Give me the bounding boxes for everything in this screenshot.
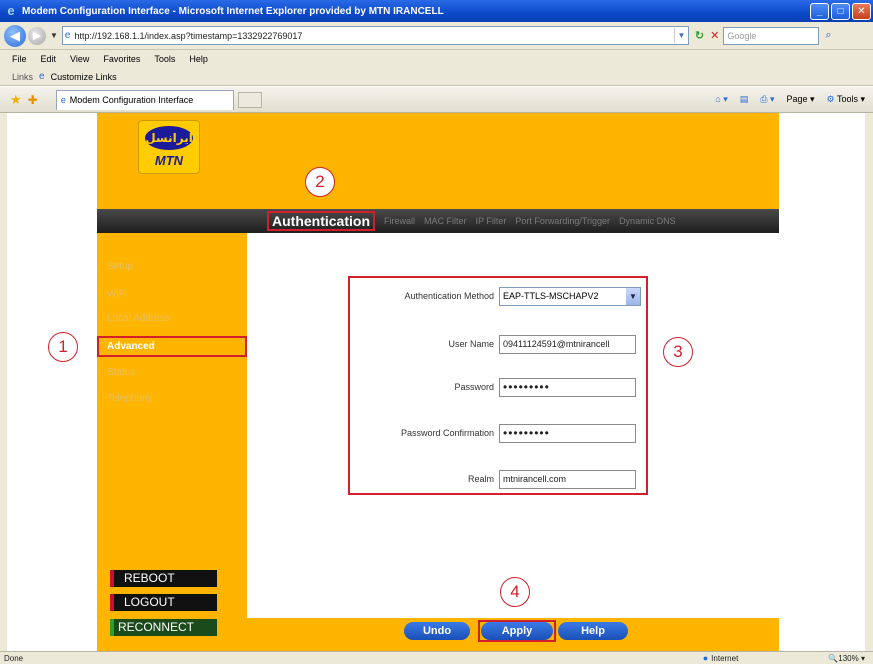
auth-method-select[interactable]: EAP-TTLS-MSCHAPV2 ▼ xyxy=(499,287,641,306)
password-confirm-field[interactable]: ••••••••• xyxy=(499,424,636,443)
maximize-button[interactable]: □ xyxy=(831,2,850,20)
address-toolbar: ◀ ▶ ▼ e http://192.168.1.1/index.asp?tim… xyxy=(0,22,873,50)
tab-firewall[interactable]: Firewall xyxy=(384,216,415,226)
logout-button[interactable]: LOGOUT xyxy=(110,594,217,611)
address-field[interactable]: e http://192.168.1.1/index.asp?timestamp… xyxy=(61,26,689,45)
sidebar: Setup WiFi Local Address Advanced Status… xyxy=(97,233,247,651)
security-zone: ● Internet xyxy=(703,653,739,663)
feeds-icon[interactable]: ▤ xyxy=(740,94,749,105)
stop-icon[interactable]: ✕ xyxy=(710,29,719,42)
tab-modem-config[interactable]: e Modem Configuration Interface xyxy=(55,89,234,110)
password-confirm-row: Password Confirmation ••••••••• xyxy=(350,424,646,444)
callout-2: 2 xyxy=(305,167,335,197)
sidebar-item-telephony[interactable]: Telephony xyxy=(107,393,153,404)
zoom-level[interactable]: 🔍130% ▾ xyxy=(828,654,865,663)
tools-menu-button[interactable]: ⚙ Tools ▾ xyxy=(827,94,865,105)
reconnect-button[interactable]: RECONNECT xyxy=(110,619,217,636)
zoom-value: 130% xyxy=(838,653,859,663)
top-nav: Authentication Firewall MAC Filter IP Fi… xyxy=(97,209,779,233)
minimize-button[interactable]: _ xyxy=(810,2,829,20)
window-title-bar: e Modem Configuration Interface - Micros… xyxy=(0,0,873,22)
password-field[interactable]: ••••••••• xyxy=(499,378,636,397)
new-tab-button[interactable] xyxy=(237,91,262,108)
favorites-star-icon[interactable]: ★ xyxy=(10,92,22,108)
tab-authentication[interactable]: Authentication xyxy=(267,211,375,231)
apply-button[interactable]: Apply xyxy=(481,622,553,640)
sidebar-item-setup[interactable]: Setup xyxy=(107,261,133,272)
undo-button[interactable]: Undo xyxy=(404,622,470,640)
search-input[interactable]: Google xyxy=(723,26,820,45)
customize-links-link[interactable]: Customize Links xyxy=(51,72,117,82)
authentication-form: Authentication Method EAP-TTLS-MSCHAPV2 … xyxy=(348,276,648,495)
password-label: Password xyxy=(454,382,494,392)
sidebar-item-local-address[interactable]: Local Address xyxy=(107,313,170,324)
sidebar-item-status[interactable]: Status xyxy=(107,367,135,378)
menu-item-edit[interactable]: Edit xyxy=(41,54,57,64)
tab-page-icon: e xyxy=(60,95,66,105)
auth-method-label: Authentication Method xyxy=(404,291,494,301)
realm-row: Realm mtnirancell.com xyxy=(350,470,646,490)
refresh-icon[interactable]: ↻ xyxy=(695,29,704,42)
menu-bar: File Edit View Favorites Tools Help xyxy=(0,50,873,68)
callout-1: 1 xyxy=(48,332,78,362)
status-text: Done xyxy=(4,653,24,663)
password-row: Password ••••••••• xyxy=(350,378,646,398)
mtn-irancell-logo: ایرانسل MTN xyxy=(138,120,200,174)
logo-brand-text: MTN xyxy=(154,153,184,168)
tab-label: Modem Configuration Interface xyxy=(69,95,194,105)
menu-item-favorites[interactable]: Favorites xyxy=(103,54,140,64)
page-menu-label: Page xyxy=(786,94,808,104)
command-bar: ⌂ ▾ ▤ ⎙ ▾ Page ▾ ⚙ Tools ▾ xyxy=(715,94,865,105)
logo-farsi-text: ایرانسل xyxy=(145,126,193,150)
tab-mac-filter[interactable]: MAC Filter xyxy=(424,216,467,226)
page-menu-button[interactable]: Page ▾ xyxy=(786,94,814,105)
address-url[interactable]: http://192.168.1.1/index.asp?timestamp=1… xyxy=(74,31,673,41)
password-confirm-label: Password Confirmation xyxy=(400,428,494,438)
ie-logo-icon: e xyxy=(7,3,15,18)
tab-port-forwarding[interactable]: Port Forwarding/Trigger xyxy=(515,216,610,226)
tab-ip-filter[interactable]: IP Filter xyxy=(476,216,507,226)
chevron-down-icon[interactable]: ▼ xyxy=(626,288,640,305)
username-row: User Name 09411124591@mtnirancell xyxy=(350,335,646,355)
history-dropdown-icon[interactable]: ▼ xyxy=(50,31,58,40)
auth-method-row: Authentication Method EAP-TTLS-MSCHAPV2 … xyxy=(350,287,646,307)
sidebar-item-wifi[interactable]: WiFi xyxy=(107,289,127,300)
username-field[interactable]: 09411124591@mtnirancell xyxy=(499,335,636,354)
help-button[interactable]: Help xyxy=(558,622,628,640)
links-bar: Links e Customize Links xyxy=(0,68,873,86)
menu-item-help[interactable]: Help xyxy=(189,54,208,64)
window-title: Modem Configuration Interface - Microsof… xyxy=(22,5,444,17)
home-icon[interactable]: ⌂ ▾ xyxy=(715,94,727,105)
tab-bar: ★ ✚ e Modem Configuration Interface ⌂ ▾ … xyxy=(0,87,873,113)
tab-dynamic-dns[interactable]: Dynamic DNS xyxy=(619,216,676,226)
back-button[interactable]: ◀ xyxy=(4,24,26,47)
tools-menu-label: Tools xyxy=(836,94,858,104)
add-favorites-icon[interactable]: ✚ xyxy=(28,93,38,107)
reboot-button[interactable]: REBOOT xyxy=(110,570,217,587)
window-controls: _ □ ✕ xyxy=(810,2,871,20)
callout-3: 3 xyxy=(663,337,693,367)
auth-method-value: EAP-TTLS-MSCHAPV2 xyxy=(503,291,599,301)
username-label: User Name xyxy=(448,339,494,349)
gear-icon: ⚙ xyxy=(826,94,835,104)
forward-button[interactable]: ▶ xyxy=(28,26,46,45)
zone-label: Internet xyxy=(711,653,739,663)
close-button[interactable]: ✕ xyxy=(852,2,871,20)
address-tools: ↻ ✕ xyxy=(695,29,719,42)
chevron-down-icon[interactable]: ▼ xyxy=(673,28,688,43)
links-label: Links xyxy=(12,71,34,82)
sidebar-item-advanced[interactable]: Advanced xyxy=(97,336,247,357)
menu-item-view[interactable]: View xyxy=(70,54,89,64)
globe-icon: ● xyxy=(702,653,709,663)
search-icon[interactable]: ⌕ xyxy=(825,29,831,42)
page-icon: e xyxy=(64,30,71,41)
menu-item-file[interactable]: File xyxy=(12,54,27,64)
callout-4: 4 xyxy=(500,577,530,607)
realm-field[interactable]: mtnirancell.com xyxy=(499,470,636,489)
realm-label: Realm xyxy=(467,474,494,484)
print-icon[interactable]: ⎙ ▾ xyxy=(760,94,774,105)
link-page-icon: e xyxy=(39,71,45,82)
menu-item-tools[interactable]: Tools xyxy=(154,54,175,64)
status-bar: Done ● Internet 🔍130% ▾ xyxy=(0,651,873,664)
